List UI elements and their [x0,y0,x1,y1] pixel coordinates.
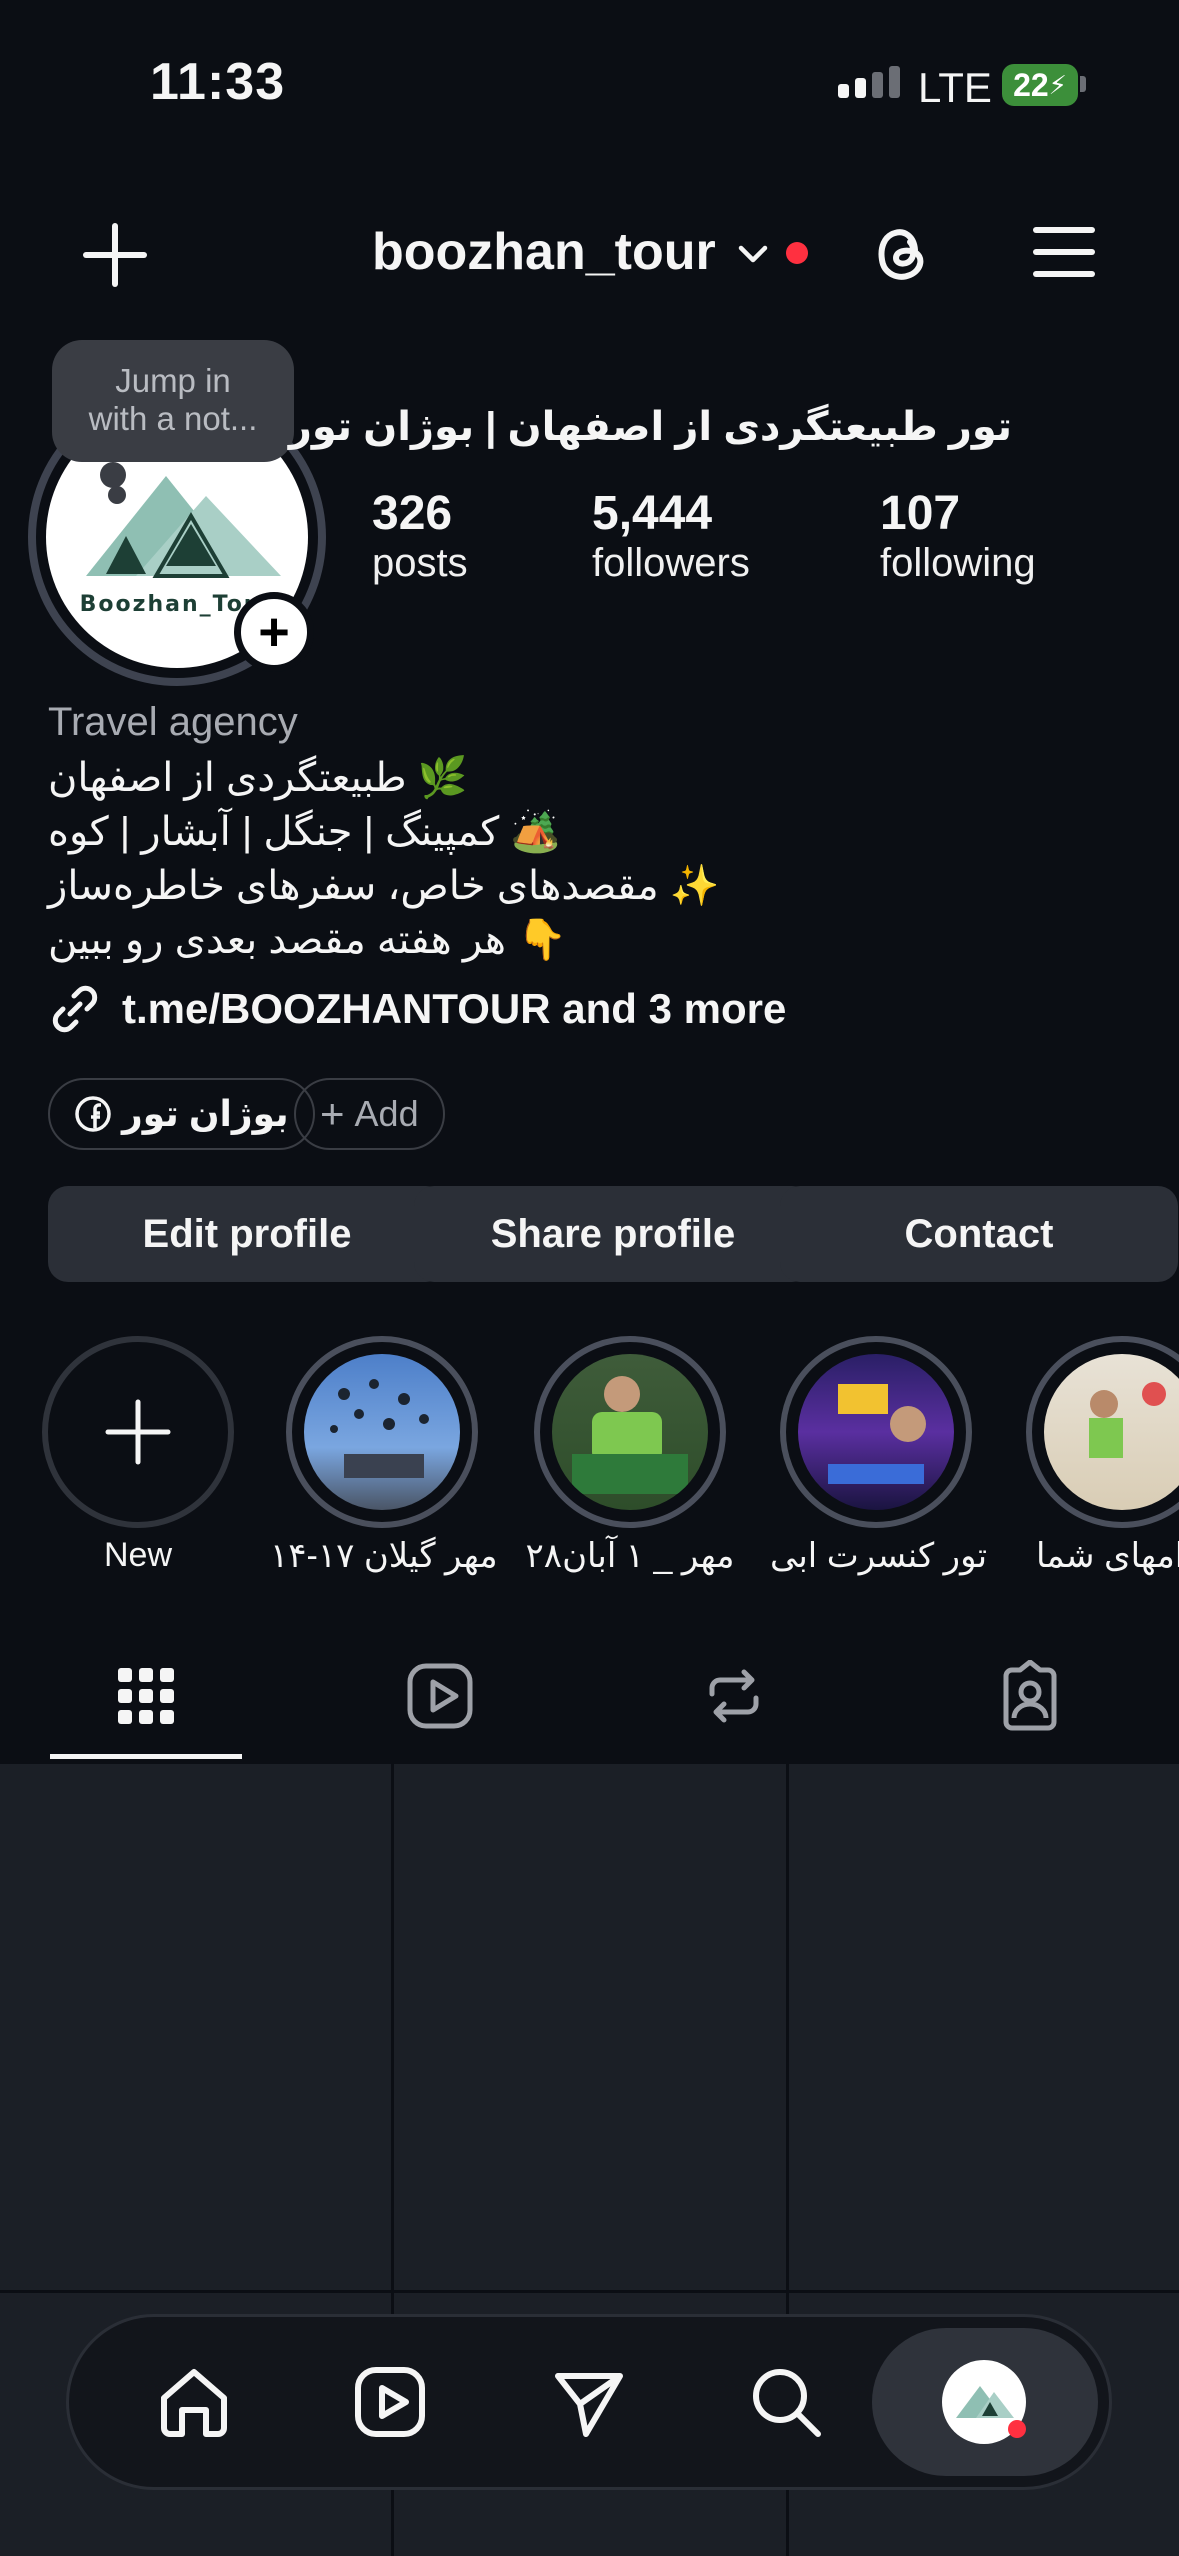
tooltip-line1: Jump in [115,362,231,399]
bio-line: هر هفته مقصد بعدی رو ببین 👇 [48,918,567,962]
facebook-chip[interactable]: بوژان تور [48,1078,315,1150]
plus-icon [105,1399,171,1465]
tooltip-bubble [100,462,126,488]
highlight-label: ۲۸مهر _ ۱ آبان [525,1537,735,1575]
add-chip-label: Add [354,1093,419,1134]
tooltip-bubble-small [108,486,126,504]
grid-divider [0,2290,1179,2293]
notification-dot [786,242,808,264]
profile-category: Travel agency [48,700,298,744]
leaf-emoji-icon: 🌿 [417,756,468,800]
sparkles-emoji-icon: ✨ [669,864,720,908]
status-time: 11:33 [150,53,286,111]
stat-following-label: following [880,541,1036,585]
battery-tip [1080,76,1086,92]
highlight-label: New [103,1536,173,1574]
tagged-icon[interactable] [994,1660,1066,1732]
plus-icon[interactable] [80,220,150,290]
facebook-icon [75,1096,111,1132]
battery-indicator: 22 ⚡ [1002,64,1078,106]
new-highlight-button[interactable] [42,1336,234,1528]
grid-icon[interactable] [110,1660,182,1732]
stat-following[interactable]: 107 following [880,486,1036,586]
edit-profile-button[interactable]: Edit profile [48,1186,446,1282]
reels-icon[interactable] [404,1660,476,1732]
stat-following-value: 107 [880,487,961,540]
stat-followers-label: followers [592,541,750,585]
contact-button[interactable]: Contact [780,1186,1178,1282]
signal-icon [838,66,900,98]
highlight-image [798,1354,954,1510]
facebook-chip-label: بوژان تور [122,1093,289,1134]
reposts-icon[interactable] [698,1660,770,1732]
threads-icon[interactable] [870,220,936,286]
add-link-chip[interactable]: + Add [294,1078,445,1150]
reels-icon[interactable] [352,2364,428,2440]
bio-link[interactable]: t.me/BOOZHANTOUR and 3 more [48,982,786,1036]
highlight-image [552,1354,708,1510]
pointing-down-emoji-icon: 👇 [517,918,567,962]
stat-followers[interactable]: 5,444 followers [592,486,750,586]
account-username[interactable]: boozhan_tour [372,222,716,282]
network-type: LTE [918,64,992,111]
add-story-button[interactable]: + [234,592,314,672]
profile-display-name: تور طبیعتگردی از اصفهان | بوژان تور [288,405,1012,449]
bio-link-text: t.me/BOOZHANTOUR and 3 more [122,985,787,1032]
hamburger-menu-icon[interactable] [1032,222,1096,282]
note-tooltip[interactable]: Jump in with a not... [52,340,294,462]
chevron-down-icon[interactable] [735,236,771,272]
highlight-label: ۱۴-۱۷ مهر گیلان [270,1537,498,1575]
bio-line: کمپینگ | جنگل | آبشار | کوه 🏕️ [48,810,561,854]
tooltip-line2: with a not... [88,400,258,437]
stat-posts[interactable]: 326 posts [372,486,468,586]
send-icon[interactable] [550,2364,626,2440]
home-icon[interactable] [156,2364,232,2440]
share-profile-button[interactable]: Share profile [414,1186,812,1282]
stat-followers-value: 5,444 [592,487,713,540]
stat-posts-value: 326 [372,487,453,540]
notification-dot [1008,2420,1026,2438]
link-icon [52,985,98,1033]
active-tab-indicator [50,1754,242,1759]
stat-posts-label: posts [372,541,468,585]
search-icon[interactable] [748,2364,824,2440]
tent-emoji-icon: 🏕️ [510,810,561,854]
bio-line: مقصدهای خاص، سفرهای خاطره‌ساز ✨ [48,864,720,908]
highlight-label: تور کنسرت ابی [770,1537,988,1575]
plus-icon: + [320,1090,345,1137]
highlight-label: امهای شما [1036,1537,1179,1575]
bio-line: طبیعتگردی از اصفهان 🌿 [48,756,468,800]
highlight-image [304,1354,460,1510]
